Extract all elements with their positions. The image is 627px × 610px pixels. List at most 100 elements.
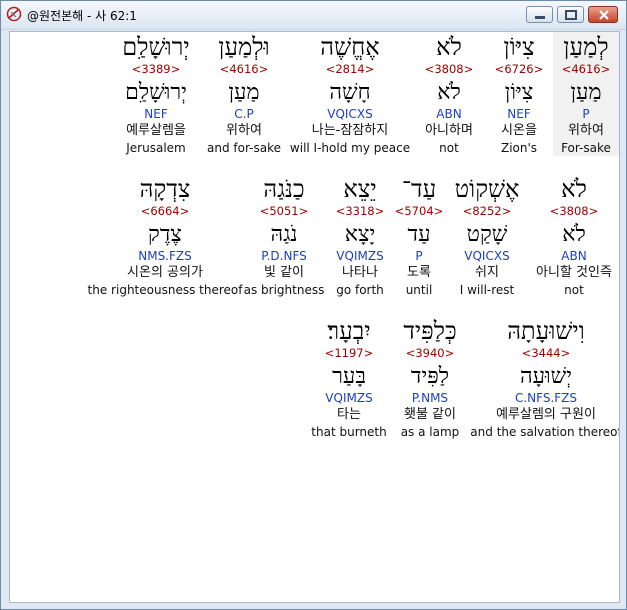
morphology-code: VQIMZS xyxy=(336,249,384,263)
morphology-code: P xyxy=(415,249,423,263)
lemma-word: מַעַן xyxy=(228,80,260,105)
english-gloss: and for-sake xyxy=(207,141,281,155)
morphology-code: P.D.NFS xyxy=(261,249,307,263)
hebrew-word: יְרוּשָׁלִַם xyxy=(122,33,190,61)
lemma-word: יָצָא xyxy=(344,222,376,247)
morphology-code: NMS.FZS xyxy=(138,249,192,263)
hebrew-word: וִישׁוּעָתָהּ xyxy=(507,317,585,345)
hebrew-word: אֶחֱשֶׁה xyxy=(320,33,380,61)
korean-gloss: 위하여 xyxy=(226,123,262,138)
close-icon xyxy=(599,10,609,20)
word-column[interactable]: לֹא <3808> לֹא ABN 아니할 것인즉 not xyxy=(529,174,619,298)
lemma-word: עַד xyxy=(407,222,431,247)
strong-number-link[interactable]: <3444> xyxy=(522,346,571,361)
strong-number-link[interactable]: <5051> xyxy=(260,204,309,219)
maximize-button[interactable] xyxy=(557,6,584,23)
word-column[interactable]: כַנֹּגַהּ <5051> נֹגַהּ P.D.NFS 빛 같이 as brigh… xyxy=(241,174,327,298)
english-gloss: Zion's xyxy=(500,141,538,155)
korean-gloss: 위하여 xyxy=(568,123,604,138)
korean-gloss: 도록 xyxy=(407,265,431,280)
maximize-icon xyxy=(565,10,577,20)
hebrew-word: צִיּוֹן xyxy=(503,33,535,61)
strong-number-link[interactable]: <5704> xyxy=(395,204,444,219)
morphology-code: P.NMS xyxy=(411,391,449,405)
minimize-button[interactable] xyxy=(526,6,553,23)
word-column[interactable]: כְּלַפִּיד <3940> לַפִּיד P.NMS 횃불 같이 as a la… xyxy=(387,316,473,440)
korean-gloss: 횃불 같이 xyxy=(404,407,456,422)
hebrew-word: לֹא xyxy=(436,33,462,61)
korean-gloss: 시온을 xyxy=(501,123,537,138)
word-column[interactable]: יִבְעָר׃ <1197> בָּעַר VQIMZS 타는 that burneth xyxy=(311,316,387,440)
lemma-word: יְרוּשָׁלִַם xyxy=(125,80,187,105)
morphology-code: VQICXS xyxy=(464,249,510,263)
title-bar[interactable]: @원전본해 - 사 62:1 xyxy=(1,1,626,30)
morphology-code: P xyxy=(582,107,590,121)
korean-gloss: 예루살렘의 구원이 xyxy=(496,407,596,422)
lemma-word: צֶדֶק xyxy=(148,222,182,247)
word-column[interactable]: עַד־ <5704> עַד P 도록 until xyxy=(393,174,445,298)
verse-view[interactable]: לְמַעַן <4616> מַעַן P 위하여 For-sake צִיּוֹן <67… xyxy=(9,31,620,603)
lemma-word: צִיּוֹן xyxy=(504,80,534,105)
strong-number-link[interactable]: <6664> xyxy=(141,204,190,219)
word-column[interactable]: וּלְמַעַן <4616> מַעַן C.P 위하여 and for-sake xyxy=(201,32,287,156)
verse-line-3: וִישׁוּעָתָהּ <3444> יְשׁוּעָה C.NFS.FZS 예루살… xyxy=(10,316,619,440)
korean-gloss: 시온의 공의가 xyxy=(127,265,203,280)
strong-number-link[interactable]: <6726> xyxy=(495,62,544,77)
english-gloss: will I-hold my peace xyxy=(289,141,411,155)
morphology-code: VQICXS xyxy=(327,107,373,121)
app-window: @원전본해 - 사 62:1 לְמַעַן <4616> מַעַן P 위하여 For… xyxy=(0,0,627,610)
strong-number-link[interactable]: <3808> xyxy=(425,62,474,77)
english-gloss: For-sake xyxy=(561,141,611,155)
lemma-word: מַעַן xyxy=(570,80,602,105)
lemma-word: בָּעַר xyxy=(332,364,366,389)
hebrew-word: יֵצֵא xyxy=(343,175,377,203)
hebrew-word: יִבְעָר׃ xyxy=(327,317,371,345)
strong-number-link[interactable]: <3940> xyxy=(406,346,455,361)
minimize-icon xyxy=(535,16,545,19)
word-column[interactable]: אֶחֱשֶׁה <2814> חָשָׁה VQICXS 나는-잠잠하지 will I-… xyxy=(287,32,413,156)
english-gloss: until xyxy=(405,283,433,297)
word-column[interactable]: צִדְקָהּ <6664> צֶדֶק NMS.FZS 시온의 공의가 the rig… xyxy=(87,174,243,298)
morphology-code: ABN xyxy=(561,249,587,263)
korean-gloss: 타는 xyxy=(337,407,361,422)
strong-number-link[interactable]: <8252> xyxy=(463,204,512,219)
word-column[interactable]: יְרוּשָׁלִַם <3389> יְרוּשָׁלִַם NEF 예루살렘을 Je… xyxy=(111,32,201,156)
word-column[interactable]: צִיּוֹן <6726> צִיּוֹן NEF 시온을 Zion's xyxy=(485,32,553,156)
lemma-word: לֹא xyxy=(437,80,461,105)
morphology-code: VQIMZS xyxy=(325,391,373,405)
strong-number-link[interactable]: <3318> xyxy=(336,204,385,219)
lemma-word: נֹגַהּ xyxy=(270,222,298,247)
korean-gloss: 쉬지 xyxy=(475,265,499,280)
morphology-code: ABN xyxy=(436,107,462,121)
word-column[interactable]: לֹא <3808> לֹא ABN 아니하며 not xyxy=(413,32,485,156)
english-gloss: the righteousness thereof xyxy=(87,283,243,297)
korean-gloss: 아니하며 xyxy=(425,123,473,138)
word-column[interactable]: אֶשְׁקוֹט <8252> שָׁקַט VQICXS 쉬지 I will-rest xyxy=(445,174,529,298)
strong-number-link[interactable]: <1197> xyxy=(325,346,374,361)
strong-number-link[interactable]: <3808> xyxy=(550,204,599,219)
close-button[interactable] xyxy=(588,6,618,23)
strong-number-link[interactable]: <3389> xyxy=(132,62,181,77)
strong-number-link[interactable]: <4616> xyxy=(562,62,611,77)
app-logo-icon xyxy=(6,6,22,22)
lemma-word: חָשָׁה xyxy=(329,80,371,105)
english-gloss: not xyxy=(564,283,584,297)
hebrew-word: וּלְמַעַן xyxy=(218,33,270,61)
hebrew-word: כְּלַפִּיד xyxy=(403,317,457,345)
verse-line-2: לֹא <3808> לֹא ABN 아니할 것인즉 not אֶשְׁקוֹט <8252>… xyxy=(10,174,619,298)
morphology-code: NEF xyxy=(507,107,531,121)
morphology-code: C.P xyxy=(234,107,254,121)
word-column[interactable]: וִישׁוּעָתָהּ <3444> יְשׁוּעָה C.NFS.FZS 예루살… xyxy=(470,316,619,440)
english-gloss: go forth xyxy=(336,283,384,297)
verse-line-1: לְמַעַן <4616> מַעַן P 위하여 For-sake צִיּוֹן <67… xyxy=(10,32,619,156)
word-column[interactable]: לְמַעַן <4616> מַעַן P 위하여 For-sake xyxy=(553,32,619,156)
korean-gloss: 나타나 xyxy=(342,265,378,280)
english-gloss: as brightness xyxy=(243,283,325,297)
korean-gloss: 빛 같이 xyxy=(263,265,304,280)
morphology-code: C.NFS.FZS xyxy=(514,391,578,405)
word-column[interactable]: יֵצֵא <3318> יָצָא VQIMZS 나타나 go forth xyxy=(327,174,393,298)
strong-number-link[interactable]: <2814> xyxy=(326,62,375,77)
english-gloss: Jerusalem xyxy=(126,141,186,155)
strong-number-link[interactable]: <4616> xyxy=(220,62,269,77)
korean-gloss: 예루살렘을 xyxy=(126,123,186,138)
